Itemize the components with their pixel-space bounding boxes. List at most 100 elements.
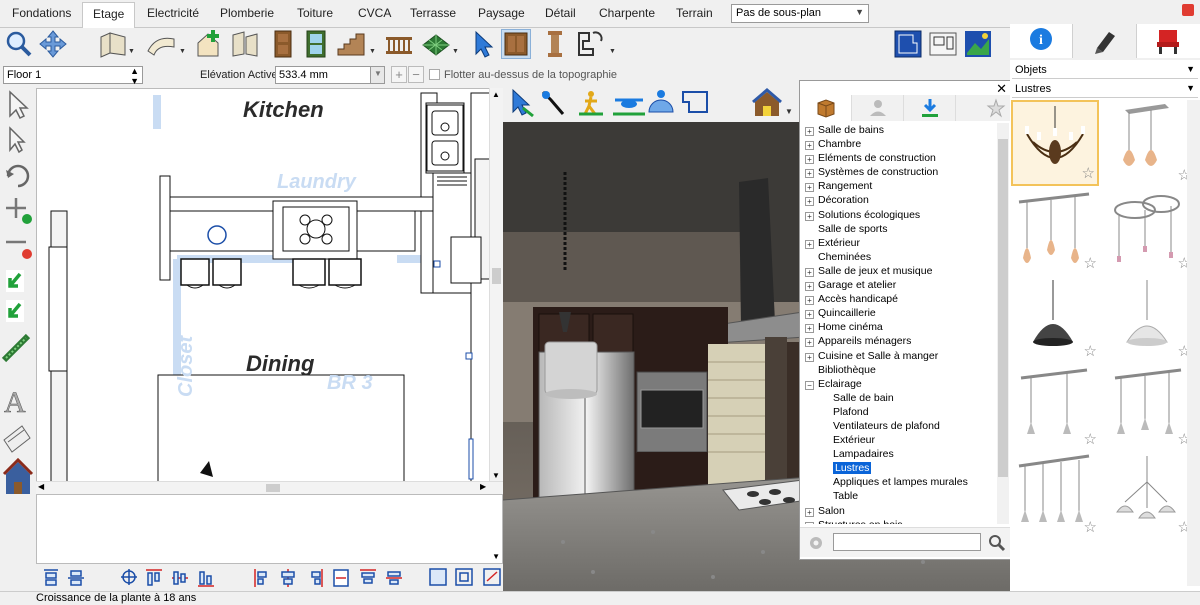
tree-item[interactable]: + Solutions écologiques [805, 208, 995, 222]
tree-item[interactable]: + Chambre [805, 137, 995, 151]
door-window-icon[interactable] [230, 29, 260, 59]
door-icon[interactable] [268, 29, 298, 59]
expand-icon[interactable]: + [805, 310, 814, 320]
catalog-tree[interactable]: + Salle de bains + Chambre + Eléments de cons… [805, 123, 995, 524]
move-icon[interactable] [6, 300, 24, 322]
align-top-icon[interactable] [44, 569, 58, 586]
tree-child-item[interactable]: Lustres [805, 461, 995, 475]
floorplan-view-icon[interactable] [893, 29, 923, 59]
chevron-down-icon[interactable]: ▼ [179, 48, 186, 55]
walkthrough-icon[interactable] [579, 91, 603, 116]
favorite-star-icon[interactable]: ☆ [1082, 164, 1095, 182]
favorite-star-icon[interactable]: ☆ [1084, 342, 1097, 360]
float-checkbox[interactable] [429, 69, 440, 80]
drone-icon[interactable] [613, 98, 645, 116]
expand-icon[interactable]: + [805, 338, 814, 348]
select-arrow-icon[interactable] [512, 88, 534, 118]
tab-etage[interactable]: Etage [82, 2, 136, 29]
flip-icon[interactable] [483, 568, 501, 586]
tab-cvca[interactable]: CVCA [358, 6, 391, 20]
tab-fondations[interactable]: Fondations [12, 6, 71, 20]
chevron-down-icon[interactable]: ▼ [452, 48, 459, 55]
tree-item[interactable]: + Structures en bois [805, 518, 995, 524]
expand-icon[interactable]: + [805, 211, 814, 221]
expand-icon[interactable]: + [805, 169, 814, 179]
elevation-input[interactable]: 533.4 mm [275, 66, 371, 84]
floor-plan-view[interactable]: Kitchen Laundry Dining BR 3 Closet [36, 88, 491, 482]
tree-item[interactable]: Salle de sports [805, 222, 995, 236]
tree-item[interactable]: + Extérieur [805, 236, 995, 250]
cursor-select-icon[interactable] [467, 29, 497, 59]
favorite-star-icon[interactable]: ☆ [1084, 254, 1097, 272]
linear-pendant-thumbnail[interactable]: ☆ [1011, 188, 1099, 274]
tree-item[interactable]: + Décoration [805, 193, 995, 207]
tab-toiture[interactable]: Toiture [297, 6, 333, 20]
tree-item[interactable]: + Cuisine et Salle à manger [805, 349, 995, 363]
distribute-icon[interactable] [333, 569, 349, 587]
tab-charpente[interactable]: Charpente [599, 6, 655, 20]
stairs-tool-icon[interactable] [146, 29, 176, 59]
tree-item[interactable]: Bibliothèque [805, 363, 995, 377]
expand-icon[interactable]: + [805, 267, 814, 277]
box-icon[interactable] [800, 95, 852, 121]
favorite-star-icon[interactable]: ☆ [1084, 518, 1097, 536]
tree-item[interactable]: + Quincaillerie [805, 306, 995, 320]
tree-item[interactable]: − Eclairage [805, 377, 995, 391]
tab-paysage[interactable]: Paysage [478, 6, 525, 20]
expand-icon[interactable]: + [805, 155, 814, 165]
tree-item[interactable]: + Salon [805, 504, 995, 518]
expand-icon[interactable]: + [805, 183, 814, 193]
tree-scrollbar[interactable] [997, 123, 1009, 524]
select-arrow-icon[interactable] [9, 90, 29, 120]
tree-child-item[interactable]: Salle de bain [805, 391, 995, 405]
tree-item[interactable]: + Systèmes de construction [805, 165, 995, 179]
search-input[interactable] [833, 533, 981, 551]
cabinet-tool-icon[interactable] [501, 29, 531, 59]
tree-child-item[interactable]: Appliques et lampes murales [805, 475, 995, 489]
tree-child-item[interactable]: Table [805, 489, 995, 503]
tree-child-item[interactable]: Plafond [805, 405, 995, 419]
remove-point-icon[interactable] [6, 240, 32, 259]
tab-terrasse[interactable]: Terrasse [410, 6, 456, 20]
expand-icon[interactable]: + [805, 127, 814, 136]
dimension-tool-icon[interactable] [3, 425, 31, 453]
triple-track-thumbnail[interactable]: ☆ [1105, 364, 1193, 450]
center-target-icon[interactable] [121, 569, 137, 585]
expand-icon[interactable]: + [805, 507, 814, 517]
tab-electricite[interactable]: Electricité [147, 6, 199, 20]
tree-item[interactable]: Cheminées [805, 250, 995, 264]
column-icon[interactable] [540, 29, 570, 59]
layout-view-icon[interactable] [928, 29, 958, 59]
tree-item[interactable]: + Home cinéma [805, 320, 995, 334]
tree-child-item[interactable]: Ventilateurs de plafond [805, 419, 995, 433]
shape-tool-icon[interactable] [575, 29, 605, 59]
group-icon[interactable] [455, 568, 473, 586]
object-category-select[interactable]: Objets ▼ [1012, 62, 1198, 79]
favorite-star-icon[interactable]: ☆ [1084, 430, 1097, 448]
pen-icon[interactable] [1073, 24, 1137, 58]
pan-icon[interactable] [38, 29, 68, 59]
stack-top-icon[interactable] [360, 569, 376, 584]
star-icon[interactable] [956, 95, 1011, 121]
chevron-down-icon[interactable]: ▼ [128, 48, 135, 55]
chandelier-thumbnail[interactable]: ☆ [1011, 100, 1099, 186]
plan-camera-icon[interactable] [682, 91, 708, 113]
stack-middle-icon[interactable] [386, 571, 402, 585]
eyedropper-icon[interactable] [541, 90, 565, 115]
zoom-icon[interactable] [3, 29, 33, 59]
plus-button[interactable]: + [391, 66, 407, 83]
cluster-pendant-thumbnail[interactable]: ☆ [1105, 452, 1193, 538]
align-middle-icon[interactable] [68, 570, 84, 586]
tree-item[interactable]: + Salle de jeux et musique [805, 264, 995, 278]
window-icon[interactable] [301, 29, 331, 59]
tree-item[interactable]: + Rangement [805, 179, 995, 193]
expand-icon[interactable]: + [805, 521, 814, 524]
pendant-thumbnail[interactable]: ☆ [1105, 100, 1193, 186]
tree-child-item[interactable]: Lampadaires [805, 447, 995, 461]
expand-icon[interactable]: + [805, 352, 814, 362]
object-subcategory-select[interactable]: Lustres ▼ [1012, 81, 1198, 98]
add-point-icon[interactable] [6, 198, 32, 224]
move-down-left-icon[interactable] [6, 270, 24, 292]
select-multi-icon[interactable] [9, 126, 26, 154]
align-vcenter-icon[interactable] [281, 569, 295, 587]
